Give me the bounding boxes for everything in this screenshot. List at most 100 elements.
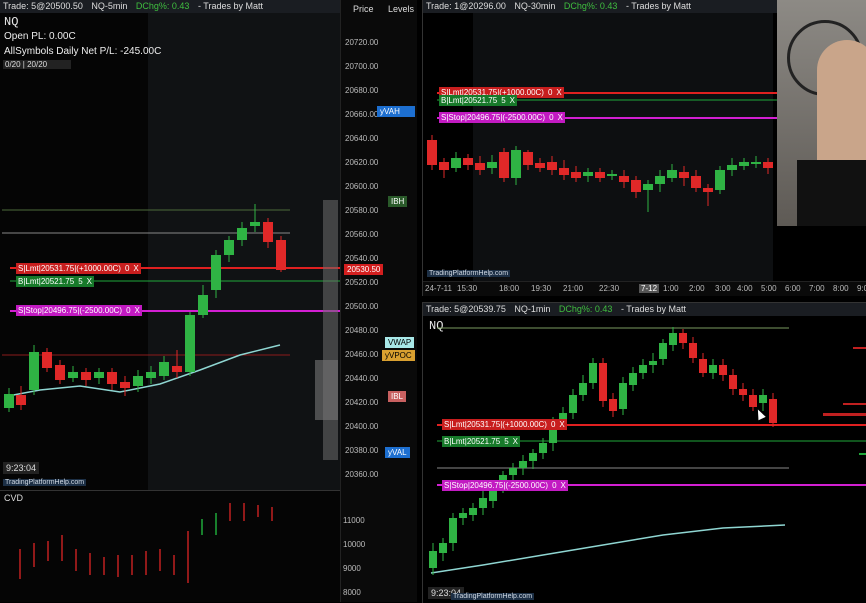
price-tick: 20620.00 xyxy=(345,158,379,167)
buy-limit-order[interactable]: B|Lmt|20521.75 5 X xyxy=(16,276,94,287)
buy-limit-cancel-button[interactable]: X xyxy=(84,276,94,287)
sell-limit-order[interactable]: S|Lmt|20531.75|(+1000.00C) 0 X xyxy=(16,263,141,274)
candle xyxy=(659,343,667,359)
candle xyxy=(691,176,701,188)
candle xyxy=(237,228,247,240)
price-tick: 20520.00 xyxy=(345,278,379,287)
level-yval: yVAL xyxy=(385,447,410,458)
tr-stop-cancel-button[interactable]: X xyxy=(555,112,565,123)
tr-stop-order[interactable]: S|Stop|20496.75|(-2500.00C) 0 X xyxy=(439,112,565,123)
webcam-shirt xyxy=(797,160,866,226)
br-sell-limit-cancel-button[interactable]: X xyxy=(557,419,567,430)
sell-limit-qty[interactable]: 0 xyxy=(122,263,132,274)
candle xyxy=(172,366,182,372)
candle xyxy=(643,184,653,190)
candle xyxy=(250,222,260,226)
price-tick: 20440.00 xyxy=(345,374,379,383)
buy-limit-qty[interactable]: 5 xyxy=(76,276,85,287)
br-stop-cancel-button[interactable]: X xyxy=(558,480,568,491)
time-tick: 3:00 xyxy=(715,284,731,293)
candle xyxy=(629,373,637,385)
br-right-profile xyxy=(823,347,866,455)
price-header: Price xyxy=(353,4,374,14)
candle xyxy=(729,375,737,389)
br-buy-limit-cancel-button[interactable]: X xyxy=(510,436,520,447)
price-tick: 20480.00 xyxy=(345,326,379,335)
tr-buy-limit-qty[interactable]: 5 xyxy=(499,95,508,106)
candle xyxy=(539,443,547,453)
price-tick: 20540.00 xyxy=(345,254,379,263)
level-ibl: IBL xyxy=(388,391,407,402)
candle xyxy=(699,359,707,373)
br-buy-limit-qty[interactable]: 5 xyxy=(502,436,511,447)
candle xyxy=(198,295,208,315)
tr-sell-limit-qty[interactable]: 0 xyxy=(545,87,555,98)
tr-stop-label[interactable]: S|Stop|20496.75|(-2500.00C) xyxy=(439,112,548,123)
buy-limit-label[interactable]: B|Lmt|20521.75 xyxy=(16,276,77,287)
time-tick: 5:00 xyxy=(761,284,777,293)
tr-buy-limit-label[interactable]: B|Lmt|20521.75 xyxy=(439,95,500,106)
candle xyxy=(499,152,509,178)
price-tick: 20560.00 xyxy=(345,230,379,239)
cvd-tick: 10000 xyxy=(343,540,366,549)
candle xyxy=(276,240,286,270)
candle xyxy=(429,551,437,568)
candle xyxy=(667,170,677,178)
level-vwap: VWAP xyxy=(385,337,415,348)
candle xyxy=(631,180,641,192)
candle xyxy=(715,170,725,190)
price-tick: 20360.00 xyxy=(345,470,379,479)
candle xyxy=(459,513,467,518)
price-tick: 20420.00 xyxy=(345,398,379,407)
candle xyxy=(55,365,65,380)
br-buy-limit-order[interactable]: B|Lmt|20521.75 5 X xyxy=(442,436,520,447)
tr-sell-limit-cancel-button[interactable]: X xyxy=(554,87,564,98)
stop-qty[interactable]: 0 xyxy=(124,305,133,316)
price-tick: 20400.00 xyxy=(345,422,379,431)
br-sell-limit-label[interactable]: S|Lmt|20531.75|(+1000.00C) xyxy=(442,419,549,430)
candle xyxy=(439,162,449,170)
candle xyxy=(703,188,713,192)
stop-cancel-button[interactable]: X xyxy=(132,305,142,316)
candle xyxy=(649,361,657,365)
sell-limit-label[interactable]: S|Lmt|20531.75|(+1000.00C) xyxy=(16,263,123,274)
tr-stop-qty[interactable]: 0 xyxy=(547,112,556,123)
candle xyxy=(479,498,487,508)
price-tick: 20500.00 xyxy=(345,302,379,311)
bottom-right-chart-panel[interactable]: Trade: 5@20539.75 NQ-1min DChg%: 0.43 - … xyxy=(422,302,866,603)
candle xyxy=(763,162,773,168)
candle xyxy=(511,150,521,178)
br-buy-limit-label[interactable]: B|Lmt|20521.75 xyxy=(442,436,503,447)
br-stop-label[interactable]: S|Stop|20496.75|(-2500.00C) xyxy=(442,480,551,491)
stop-label[interactable]: S|Stop|20496.75|(-2500.00C) xyxy=(16,305,125,316)
candle xyxy=(107,372,117,384)
candle xyxy=(547,162,557,170)
price-tick: 20700.00 xyxy=(345,62,379,71)
candle xyxy=(619,176,629,182)
br-candles-svg xyxy=(429,327,866,575)
candle xyxy=(749,395,757,407)
sell-limit-cancel-button[interactable]: X xyxy=(131,263,141,274)
top-right-chart-panel[interactable]: Trade: 1@20296.00 NQ-30min DChg%: 0.43 -… xyxy=(422,0,866,296)
left-chart-panel[interactable]: Trade: 5@20500.50 NQ-5min DChg%: 0.43 - … xyxy=(0,0,340,602)
br-sell-limit-order[interactable]: S|Lmt|20531.75|(+1000.00C) 0 X xyxy=(442,419,567,430)
candle xyxy=(589,363,597,383)
price-axis[interactable]: Price Levels 20720.00 20700.00 20680.00 206… xyxy=(340,0,417,602)
time-tick: 19:30 xyxy=(531,284,552,293)
candle xyxy=(759,395,767,403)
candle xyxy=(719,365,727,375)
br-stop-order[interactable]: S|Stop|20496.75|(-2500.00C) 0 X xyxy=(442,480,568,491)
candle xyxy=(619,383,627,409)
candle xyxy=(669,333,677,345)
time-tick: 15:30 xyxy=(457,284,478,293)
candle xyxy=(571,172,581,178)
br-sell-limit-qty[interactable]: 0 xyxy=(548,419,558,430)
candle xyxy=(29,352,39,390)
stop-order[interactable]: S|Stop|20496.75|(-2500.00C) 0 X xyxy=(16,305,142,316)
tr-buy-limit-cancel-button[interactable]: X xyxy=(507,95,517,106)
candle xyxy=(469,508,477,515)
time-tick: 24-7-11 xyxy=(425,284,452,293)
tr-buy-limit-order[interactable]: B|Lmt|20521.75 5 X xyxy=(439,95,517,106)
br-stop-qty[interactable]: 0 xyxy=(550,480,559,491)
candle xyxy=(133,376,143,386)
